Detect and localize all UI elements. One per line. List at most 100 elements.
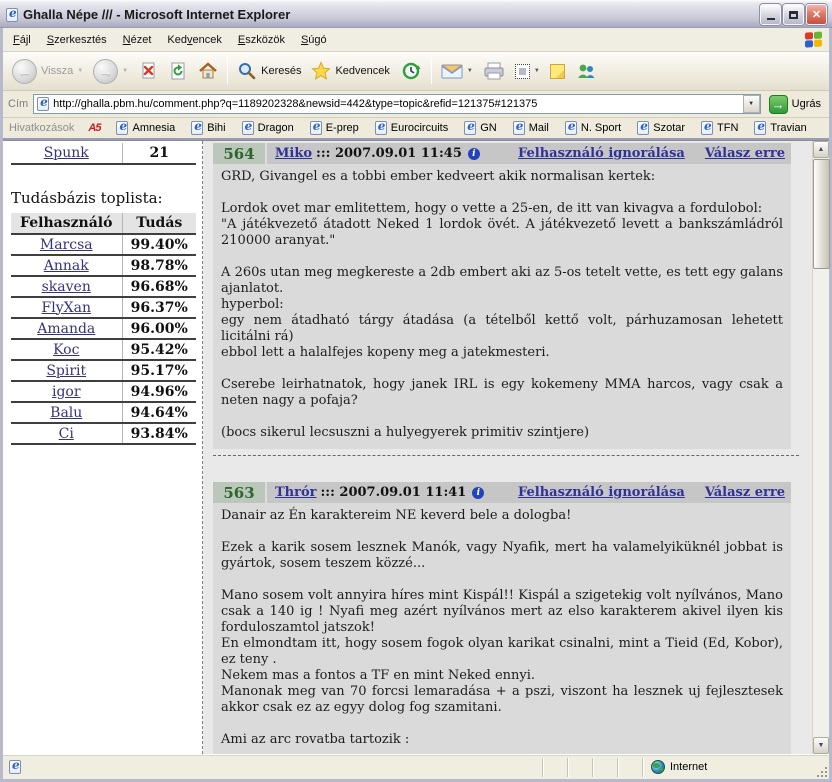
forward-button[interactable]: → ▼	[88, 55, 133, 87]
standard-toolbar: ← Vissza ▼ → ▼	[3, 52, 829, 91]
forum-posts-area: 564Miko ::: 2007.09.01 11:45iFelhasználó…	[203, 141, 812, 754]
menu-item-kedvencek[interactable]: Kedvencek	[159, 30, 229, 50]
post-header-actions: Felhasználó ignorálása Válasz erre	[518, 485, 791, 500]
toplist-header-row: Felhasználó Tudás	[11, 213, 196, 234]
forum-post-563: 563Thrór ::: 2007.09.01 11:41iFelhasznál…	[213, 482, 791, 754]
link-item-tfn[interactable]: TFN	[701, 121, 738, 135]
menu-item-n-zet[interactable]: Nézet	[115, 30, 160, 50]
maximize-button[interactable]	[783, 4, 804, 25]
post-header: 564Miko ::: 2007.09.01 11:45iFelhasználó…	[213, 143, 791, 164]
user-link-skaven[interactable]: skaven	[42, 279, 91, 295]
refresh-button[interactable]	[163, 55, 193, 87]
link-item-bihi[interactable]: Bihi	[191, 121, 225, 135]
favorites-label: Kedvencek	[335, 65, 389, 77]
address-url[interactable]: http://ghalla.pbm.hu/comment.php?q=11892…	[53, 98, 742, 110]
mail-dropdown-icon[interactable]: ▼	[467, 68, 473, 74]
post-author-link[interactable]: Miko	[275, 146, 312, 161]
back-button[interactable]: ← Vissza ▼	[7, 55, 88, 87]
user-link-ci[interactable]: Ci	[59, 426, 74, 442]
post-info-icon[interactable]: i	[468, 148, 480, 160]
link-item-dragon[interactable]: Dragon	[242, 121, 294, 135]
ignore-user-link[interactable]: Felhasználó ignorálása	[518, 146, 685, 161]
link-item-label: E-prep	[326, 122, 359, 134]
edit-dropdown-icon[interactable]: ▼	[534, 68, 540, 74]
menu-item-f-jl[interactable]: Fájl	[5, 30, 39, 50]
toplist-score-cell: 94.96%	[122, 381, 196, 402]
print-button[interactable]	[478, 55, 510, 87]
note-button[interactable]	[545, 55, 570, 87]
menu-item-szerkeszt-s[interactable]: Szerkesztés	[39, 30, 115, 50]
reply-link[interactable]: Válasz erre	[705, 146, 785, 161]
post-author-link[interactable]: Thrór	[275, 485, 317, 500]
user-link-koc[interactable]: Koc	[53, 342, 79, 358]
edit-button[interactable]: ▼	[510, 55, 545, 87]
stop-button[interactable]	[133, 55, 163, 87]
post-separator	[213, 455, 799, 456]
link-item-gn[interactable]: GN	[464, 121, 497, 135]
menu-item-eszk-z-k[interactable]: Eszközök	[230, 30, 293, 50]
post-header-actions: Felhasználó ignorálása Válasz erre	[518, 146, 791, 161]
ie-shortcut-icon	[565, 121, 577, 135]
ie-shortcut-icon	[754, 121, 766, 135]
scroll-down-button[interactable]: ▼	[813, 737, 829, 754]
user-link-spirit[interactable]: Spirit	[46, 363, 86, 379]
address-dropdown-button[interactable]: ▼	[743, 95, 760, 113]
reply-link[interactable]: Válasz erre	[705, 485, 785, 500]
history-button[interactable]	[395, 55, 427, 87]
post-paragraph: Ami az arc rovatba tartozik :	[221, 732, 783, 748]
go-label: Ugrás	[792, 98, 821, 110]
link-item-travian[interactable]: Travian	[754, 121, 806, 135]
minimize-button[interactable]	[760, 4, 781, 25]
user-link-balu[interactable]: Balu	[50, 405, 82, 421]
back-dropdown-icon[interactable]: ▼	[77, 68, 83, 74]
ignore-user-link[interactable]: Felhasználó ignorálása	[518, 485, 685, 500]
user-link-igor[interactable]: igor	[52, 384, 81, 400]
toplist-user-cell: FlyXan	[11, 297, 122, 318]
zone-label: Internet	[670, 761, 707, 773]
toplist-score-cell: 93.84%	[122, 423, 196, 444]
link-item-n-sport[interactable]: N. Sport	[565, 121, 621, 135]
search-label: Keresés	[261, 65, 301, 77]
user-link-amanda[interactable]: Amanda	[37, 321, 95, 337]
link-item-a5[interactable]: A5	[88, 122, 100, 134]
toplist-user-cell: Annak	[11, 255, 122, 276]
link-item-mail[interactable]: Mail	[513, 121, 549, 135]
ie-app-icon	[6, 8, 18, 22]
browser-window: Ghalla Népe /// - Microsoft Internet Exp…	[0, 0, 832, 782]
user-link-flyxan[interactable]: FlyXan	[42, 300, 91, 316]
close-button[interactable]: ✕	[806, 4, 827, 25]
forward-dropdown-icon[interactable]: ▼	[122, 68, 128, 74]
search-button[interactable]: Keresés	[232, 55, 306, 87]
menu-item-s-g[interactable]: Súgó	[293, 30, 335, 50]
back-icon: ←	[12, 59, 37, 84]
link-item-label: Bihi	[207, 122, 225, 134]
user-link-marcsa[interactable]: Marcsa	[40, 237, 93, 253]
toplist-row: FlyXan96.37%	[11, 297, 196, 318]
link-item-eurocircuits[interactable]: Eurocircuits	[375, 121, 448, 135]
forum-post-564: 564Miko ::: 2007.09.01 11:45iFelhasználó…	[213, 143, 791, 449]
user-link-annak[interactable]: Annak	[44, 258, 89, 274]
home-button[interactable]	[193, 55, 223, 87]
go-button[interactable]: → Ugrás	[766, 94, 824, 115]
link-item-amnesia[interactable]: Amnesia	[116, 121, 175, 135]
user-value: 21	[122, 143, 196, 164]
link-item-e-prep[interactable]: E-prep	[310, 121, 359, 135]
sidebar: Spunk 21 Tudásbázis toplista: Felhasznál…	[3, 141, 203, 754]
user-link[interactable]: Spunk	[44, 145, 89, 161]
address-bar: Cím http://ghalla.pbm.hu/comment.php?q=1…	[3, 91, 829, 118]
status-page-icon	[9, 760, 21, 774]
favorites-button[interactable]: Kedvencek	[306, 55, 394, 87]
address-field[interactable]: http://ghalla.pbm.hu/comment.php?q=11892…	[33, 94, 760, 114]
title-bar[interactable]: Ghalla Népe /// - Microsoft Internet Exp…	[0, 0, 832, 28]
vertical-scrollbar[interactable]: ▲ ▼	[812, 141, 829, 754]
messenger-button[interactable]	[570, 55, 602, 87]
scrollbar-thumb[interactable]	[813, 159, 830, 269]
mail-button[interactable]: ▼	[436, 55, 478, 87]
scroll-up-button[interactable]: ▲	[813, 141, 829, 158]
post-paragraph: Ezek a karik sosem lesznek Manók, vagy N…	[221, 540, 783, 572]
post-info-icon[interactable]: i	[472, 487, 484, 499]
history-icon	[400, 60, 422, 82]
resize-grip[interactable]	[815, 765, 827, 777]
link-item-szotar[interactable]: Szotar	[637, 121, 685, 135]
toplist-score-cell: 94.64%	[122, 402, 196, 423]
